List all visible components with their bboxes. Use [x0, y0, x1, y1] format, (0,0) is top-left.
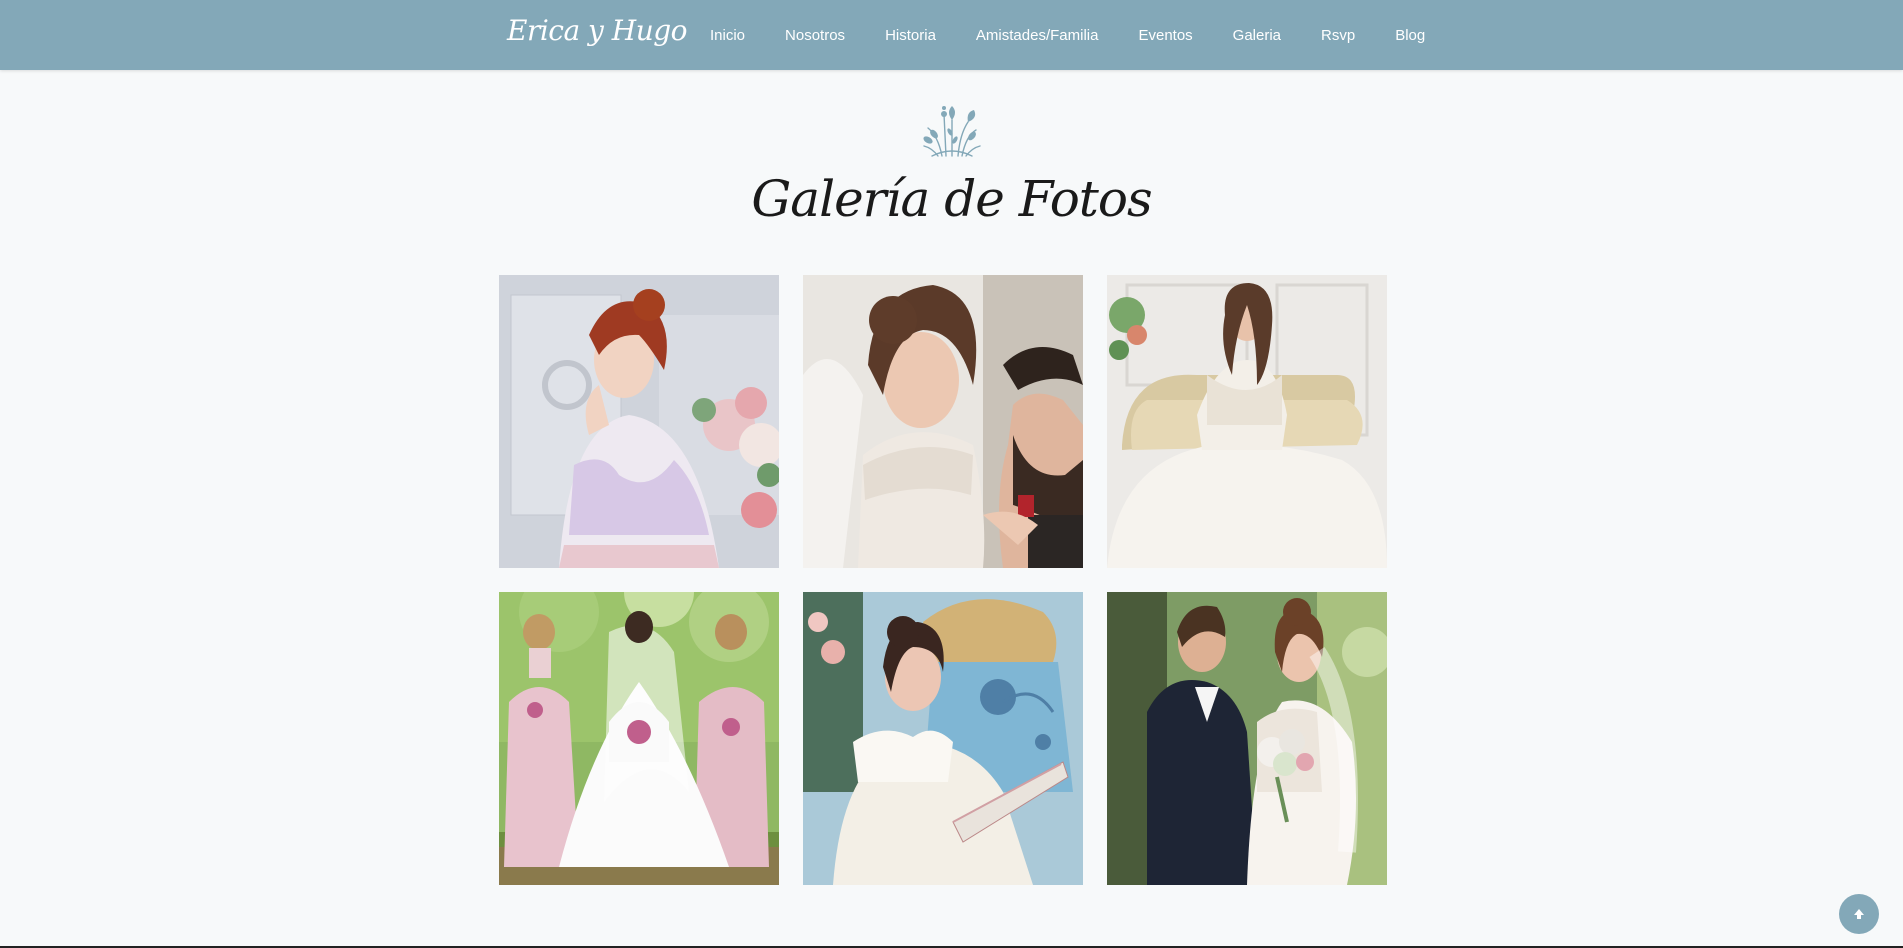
menu-item-galeria: Galeria — [1213, 27, 1301, 44]
menu-item-historia: Historia — [865, 27, 956, 44]
menu-item-rsvp: Rsvp — [1301, 27, 1375, 44]
photo-couple-outdoors — [1107, 592, 1387, 885]
gallery-photo-2[interactable] — [803, 275, 1083, 568]
nav-link-historia[interactable]: Historia — [865, 27, 956, 44]
nav-link-inicio[interactable]: Inicio — [690, 27, 765, 44]
photo-couple-embrace — [803, 275, 1083, 568]
gallery-photo-4[interactable] — [499, 592, 779, 885]
arrow-up-icon — [1854, 909, 1864, 919]
menu-item-nosotros: Nosotros — [765, 27, 865, 44]
photo-bride-reading — [803, 592, 1083, 885]
photo-gallery — [499, 275, 1387, 885]
nav-link-blog[interactable]: Blog — [1375, 27, 1445, 44]
nav-link-eventos[interactable]: Eventos — [1118, 27, 1212, 44]
nav-link-galeria[interactable]: Galeria — [1213, 27, 1301, 44]
menu-item-amistades-familia: Amistades/Familia — [956, 27, 1119, 44]
gallery-photo-6[interactable] — [1107, 592, 1387, 885]
gallery-title: Galería de Fotos — [751, 170, 1152, 228]
nav-link-amistades-familia[interactable]: Amistades/Familia — [956, 27, 1119, 44]
gallery-photo-3[interactable] — [1107, 275, 1387, 568]
photo-bride-bridesmaids — [499, 592, 779, 885]
gallery-header: Galería de Fotos — [0, 100, 1903, 228]
gallery-photo-1[interactable] — [499, 275, 779, 568]
floral-ornament-icon — [922, 106, 981, 157]
photo-bride-red-hair — [499, 275, 779, 568]
gallery-photo-5[interactable] — [803, 592, 1083, 885]
photo-bride-ballgown — [1107, 275, 1387, 568]
brand-logo[interactable]: Erica y Hugo — [507, 14, 688, 47]
nav-link-rsvp[interactable]: Rsvp — [1301, 27, 1375, 44]
menu-item-eventos: Eventos — [1118, 27, 1212, 44]
menu-item-inicio: Inicio — [690, 27, 765, 44]
main-menu: Inicio Nosotros Historia Amistades/Famil… — [690, 0, 1445, 70]
nav-link-nosotros[interactable]: Nosotros — [765, 27, 865, 44]
top-navbar: Erica y Hugo Inicio Nosotros Historia Am… — [0, 0, 1903, 70]
back-to-top-button[interactable] — [1839, 894, 1879, 934]
menu-item-blog: Blog — [1375, 27, 1445, 44]
